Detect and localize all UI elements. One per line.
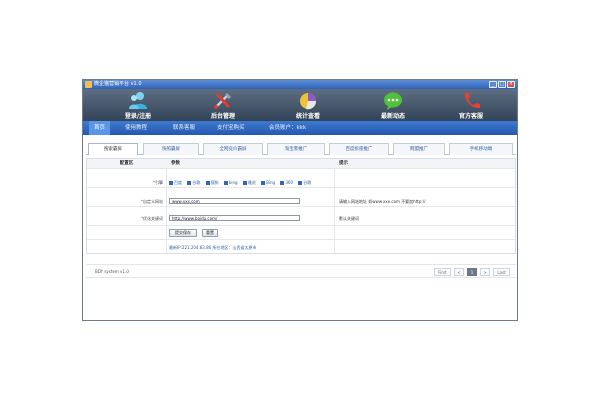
sub-nav: 首页 使用教程 联系客服 支付宝购买 会员账户：kkk [83,121,517,135]
config-table: 配置区 参数 提示 [86,158,516,254]
nav-label: 登录/注册 [124,113,152,120]
reset-button[interactable]: 重置 [202,229,218,237]
engine-option[interactable]: 雅虎 [242,180,256,186]
pager-first[interactable]: First [434,268,451,276]
subnav-account[interactable]: 会员账户：kkk [269,121,306,135]
keyword-input[interactable]: http://www.baidu.com/ [169,215,300,221]
tab-taobaoke[interactable]: 淘宝客推广 [267,143,325,155]
subnav-tutorial[interactable]: 使用教程 [125,121,147,135]
app-window: 微企猫营销平台 v1.0 _ □ × 登录/注册 后台管理 统计查看 最新动态 … [82,79,518,321]
engine-option[interactable]: 360 [280,180,293,185]
footer-bar: BDY system v1.0 First < 1 > Last [86,264,516,278]
tab-snapshot-dominate[interactable]: 快照霸屏 [143,143,199,155]
subnav-home[interactable]: 首页 [89,121,111,135]
pager-current[interactable]: 1 [467,268,477,276]
pager-prev[interactable]: < [454,268,464,276]
table-header: 配置区 参数 提示 [87,159,515,169]
tab-mobile[interactable]: 手机移动端 [449,143,513,155]
custom-url-input[interactable]: www.xxx.com [169,198,300,204]
engine-option[interactable]: bing [223,180,238,185]
function-tabs: 搜索霸屏 快照霸屏 全网竞价霸屏 淘宝客推广 百度拆座推广 网盟推广 手机移动端 [86,141,516,155]
header-value: 参数 [171,161,180,166]
checkbox[interactable] [187,181,192,185]
engine-option[interactable]: 谷歌 [187,180,200,186]
checkbox[interactable] [169,181,173,185]
header-note: 提示 [339,161,348,166]
checkbox[interactable] [205,181,210,185]
engines-label: *引擎 [153,180,163,185]
nav-label: 最新动态 [380,113,405,120]
custom-url-label: *自定义网站 [141,199,163,204]
keyword-hint: 默认关键词 [339,216,359,221]
submit-button[interactable]: 提交保存 [169,229,197,237]
ip-info-link[interactable]: 最新IP:221.204.83.86 所在地区：山西省太原市 [169,245,256,251]
checkbox[interactable] [261,181,266,185]
tab-union-promo[interactable]: 网盟推广 [393,143,445,155]
nav-label: 后台管理 [210,113,235,120]
engine-option[interactable]: 百度 [169,180,182,186]
engine-option[interactable]: 搜狗 [205,180,219,186]
keyword-label: *优化关键词 [141,216,163,221]
nav-label: 官方客服 [458,113,483,120]
window-title: 微企猫营销平台 v1.0 [94,81,142,87]
checkbox[interactable] [280,181,285,185]
tab-baidu-promo[interactable]: 百度拆座推广 [329,143,389,155]
subnav-alipay[interactable]: 支付宝购买 [217,121,245,135]
phone-icon [464,93,480,109]
nav-support[interactable]: 官方客服 [441,89,501,121]
top-nav: 登录/注册 后台管理 统计查看 最新动态 官方客服 [83,89,517,121]
user-group-icon [129,92,147,109]
pager-next[interactable]: > [480,268,490,276]
tab-search-dominate[interactable]: 搜索霸屏 [88,143,138,155]
nav-statistics[interactable]: 统计查看 [278,89,338,121]
pie-chart-icon [300,93,317,110]
checkbox[interactable] [242,181,247,185]
engine-checkboxes: 百度 谷歌 搜狗 bing 雅虎 Bing 360 谷歌 [169,180,315,186]
subnav-contact[interactable]: 联系客服 [173,121,195,135]
title-bar: 微企猫营销平台 v1.0 _ □ × [83,80,517,89]
engine-option[interactable]: 谷歌 [298,180,311,186]
engine-option[interactable]: Bing [261,180,275,185]
custom-url-hint: 请输入网站地址 如www.xxx.com 不要加http:// [339,199,426,204]
close-button[interactable]: × [507,81,515,88]
nav-news[interactable]: 最新动态 [363,89,423,121]
tools-icon [214,92,231,109]
chat-bubble-icon [384,92,402,110]
nav-login-register[interactable]: 登录/注册 [108,89,168,121]
checkbox[interactable] [298,181,303,185]
nav-label: 统计查看 [295,113,320,120]
app-icon [85,81,92,88]
minimize-button[interactable]: _ [489,81,497,88]
header-param: 配置区 [119,161,134,166]
table-row [87,226,515,240]
config-form: 配置区 参数 提示 *引擎 百度 谷歌 搜狗 bing 雅虎 Bing 360 … [86,158,516,254]
pager-last[interactable]: Last [493,268,510,276]
nav-admin[interactable]: 后台管理 [193,89,253,121]
checkbox[interactable] [223,181,228,185]
maximize-button[interactable]: □ [498,81,506,88]
version-text: BDY system v1.0 [95,269,129,274]
tab-bidding-dominate[interactable]: 全网竞价霸屏 [203,143,263,155]
